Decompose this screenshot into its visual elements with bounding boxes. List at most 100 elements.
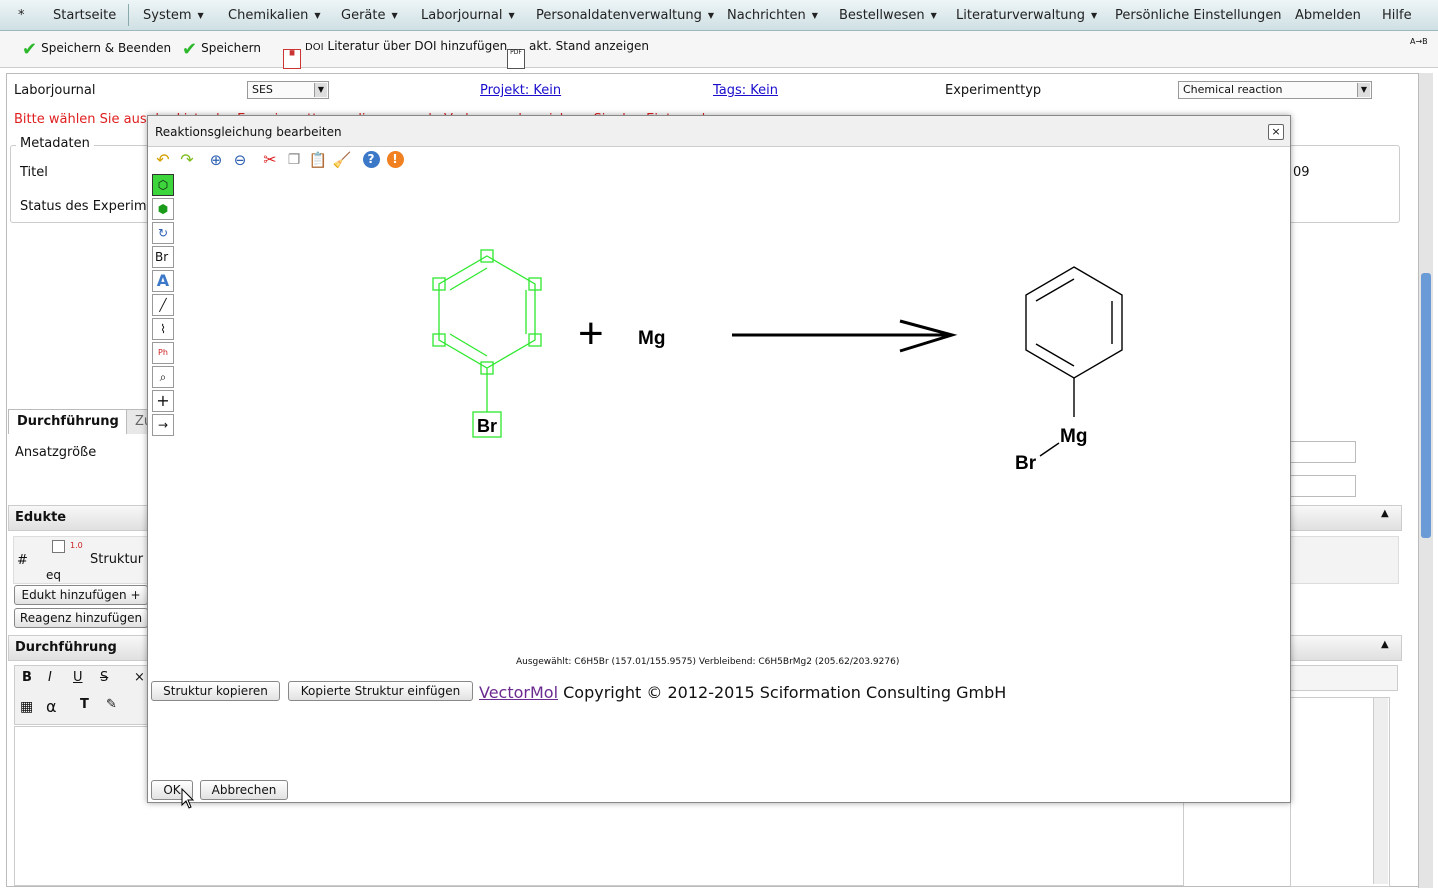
chain-tool-icon[interactable]: ⌇ [152,318,174,340]
col-hash: # [17,553,28,568]
collapse-icon[interactable]: ▲ [1381,508,1389,519]
undo-icon[interactable]: ↶ [153,150,173,170]
cut-icon[interactable]: ✂ [260,150,280,170]
zoom-out-icon[interactable]: ⊖ [230,150,250,170]
vectormol-copyright: VectorMol Copyright © 2012-2015 Sciforma… [479,683,1006,702]
redo-icon[interactable]: ↷ [177,150,197,170]
menu-item-star[interactable]: * [18,8,25,23]
batch-size-input[interactable] [1290,441,1356,463]
vectormol-link[interactable]: VectorMol [479,683,558,702]
chevron-down-icon: ▼ [391,11,398,20]
arrow-tool-icon[interactable]: → [152,414,174,436]
menu-item-abmelden[interactable]: Abmelden [1295,8,1361,23]
zoom-in-icon[interactable]: ⊕ [206,150,226,170]
menu-item-literatur[interactable]: Literaturverwaltung ▼ [956,8,1097,23]
dialog-titlebar: Reaktionsgleichung bearbeiten × [148,116,1290,147]
scrollbar-thumb[interactable] [1421,273,1431,538]
search-structure-icon[interactable]: ⌕ [152,366,174,388]
doi-literature-button[interactable]: ▆ DOI Literatur über DOI hinzufügen [283,39,507,69]
close-icon[interactable]: × [1268,124,1284,140]
toggle-translate-icon[interactable]: A→B [1410,37,1428,46]
menu-item-chemikalien[interactable]: Chemikalien ▼ [228,8,320,23]
tags-link[interactable]: Tags: Kein [713,83,778,98]
menu-item-system[interactable]: System ▼ [143,8,204,23]
add-reagent-button[interactable]: Reagenz hinzufügen [14,608,148,628]
chain-ring-tool-icon[interactable]: ⬢ [152,198,174,220]
project-link[interactable]: Projekt: Kein [480,83,561,98]
reaction-arrow[interactable] [732,319,958,353]
chevron-down-icon: ▼ [930,11,937,20]
help-icon[interactable]: ? [361,150,381,170]
button-label: Speichern [201,41,261,55]
text-color-icon[interactable]: T [80,697,89,712]
plus-tool-icon[interactable]: + [152,390,174,412]
menu-label: System [143,8,192,23]
button-label: Literatur über DOI hinzufügen [327,39,508,53]
element-tool[interactable]: Br [152,246,174,268]
reaction-plus: + [578,309,604,358]
paste-structure-button[interactable]: Kopierte Struktur einfügen [288,681,473,701]
show-current-state-button[interactable]: PDF akt. Stand anzeigen [507,39,649,69]
clear-broom-icon[interactable]: 🧹 [332,150,352,170]
template-tool-icon[interactable]: Ph [152,342,174,364]
formula-status: Ausgewählt: C6H5Br (157.01/155.9575) Ver… [516,657,900,667]
action-toolbar: ✔ Speichern & Beenden ✔ Speichern ▆ DOI Lite… [0,31,1438,69]
mouse-cursor-icon [181,788,195,809]
date-fragment: 09 [1293,165,1310,180]
copy-icon[interactable]: ❐ [284,150,304,170]
line-tool-icon[interactable]: ╱ [152,294,174,316]
copy-structure-button[interactable]: Struktur kopieren [151,681,280,701]
strikethrough-button[interactable]: S [100,670,108,685]
molecule-canvas[interactable]: Br + Mg Mg Br [176,170,1284,650]
tab-durchfuehrung[interactable]: Durchführung [8,409,128,434]
rotate-tool-icon[interactable]: ↻ [152,222,174,244]
page-scrollbar[interactable] [1418,73,1433,888]
menu-item-nachrichten[interactable]: Nachrichten ▼ [727,8,818,23]
italic-button[interactable]: I [48,670,52,685]
add-educt-button[interactable]: Edukt hinzufügen + [14,585,148,605]
menu-label: Bestellwesen [839,8,925,23]
product-mg-label: Mg [1060,426,1087,447]
dialog-title: Reaktionsgleichung bearbeiten [155,125,342,139]
paste-icon[interactable]: 📋 [308,150,328,170]
menu-label: Chemikalien [228,8,309,23]
chevron-down-icon: ▼ [1357,83,1370,97]
checkmark-icon: ✔ [182,39,198,60]
batch-size-label: Ansatzgröße [15,445,97,460]
alpha-icon[interactable]: α [46,697,57,716]
experiment-type-select[interactable]: Chemical reaction ▼ [1178,81,1372,99]
save-button[interactable]: ✔ Speichern [182,39,261,60]
underline-button[interactable]: U [73,670,83,685]
cancel-button[interactable]: Abbrechen [200,780,288,800]
journal-select[interactable]: SES ▼ [247,81,329,99]
menu-item-startseite[interactable]: Startseite [53,8,116,23]
pdf-icon: PDF [507,49,525,69]
menu-item-geraete[interactable]: Geräte ▼ [341,8,398,23]
subscript-button[interactable]: × [134,670,145,685]
menu-item-bestellwesen[interactable]: Bestellwesen ▼ [839,8,937,23]
select-all-checkbox[interactable] [52,540,65,553]
warning-icon[interactable]: ! [385,150,405,170]
collapse-icon[interactable]: ▲ [1381,639,1389,650]
save-close-button[interactable]: ✔ Speichern & Beenden [22,39,171,60]
batch-size-unit-input[interactable] [1290,475,1356,497]
menu-item-personaldaten[interactable]: Personaldatenverwaltung ▼ [536,8,714,23]
textarea-scrollbar[interactable] [1373,698,1388,884]
menu-label: Literaturverwaltung [956,8,1086,23]
menu-item-laborjournal[interactable]: Laborjournal ▼ [421,8,515,23]
bromobenzene-molecule[interactable] [432,249,542,438]
bold-button[interactable]: B [22,670,32,685]
menu-item-hilfe[interactable]: Hilfe [1382,8,1412,23]
menu-label: Geräte [341,8,386,23]
text-tool-icon[interactable]: A [152,270,174,292]
side-panel-header [1290,665,1398,691]
menu-separator [128,4,129,26]
checkmark-icon: ✔ [22,39,38,60]
metadata-legend: Metadaten [16,136,94,151]
ring-tool-icon[interactable]: ⬡ [152,174,174,196]
select-value: SES [252,83,273,96]
table-icon[interactable]: ▦ [20,699,33,715]
col-structure: Struktur [90,552,144,567]
highlighter-icon[interactable]: ✎ [106,697,117,712]
menu-item-einstellungen[interactable]: Persönliche Einstellungen [1115,8,1282,23]
